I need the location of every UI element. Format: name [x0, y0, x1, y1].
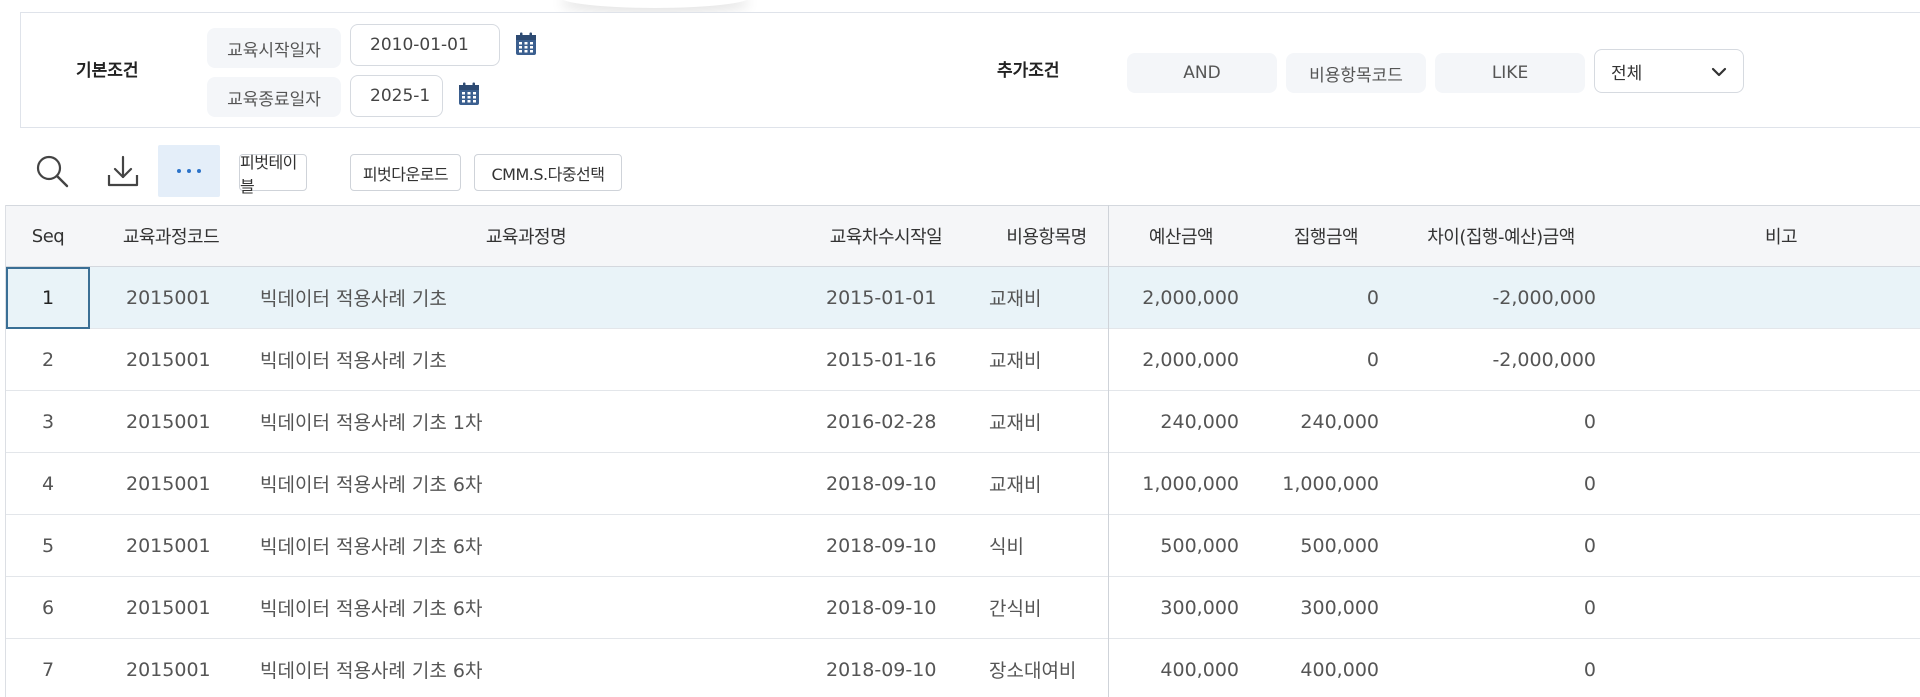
search-icon[interactable]: [30, 149, 74, 193]
pivot-table-button[interactable]: 피벗테이블: [239, 153, 307, 196]
col-diff[interactable]: 차이(집행-예산)금액: [1401, 206, 1601, 266]
col-name[interactable]: 교육과정명: [446, 206, 606, 266]
cell-date: 2018-09-10: [826, 534, 937, 557]
cell-item: 교재비: [989, 412, 1042, 434]
table-row[interactable]: 3 2015001 빅데이터 적용사례 기초 1차 2016-02-28 교재비…: [6, 391, 1920, 453]
cell-date: 2018-09-10: [826, 596, 937, 619]
chevron-down-icon: [1711, 67, 1727, 77]
cell-budget: 400,000: [1160, 658, 1239, 681]
cell-exec: 500,000: [1300, 534, 1379, 557]
col-note[interactable]: 비고: [1696, 206, 1866, 266]
cell-date: 2015-01-01: [826, 286, 937, 309]
cell-exec: 300,000: [1300, 596, 1379, 619]
focused-cell-border: [6, 267, 90, 329]
cell-item: 교재비: [989, 350, 1042, 372]
cell-date: 2016-02-28: [826, 410, 937, 433]
cell-seq: 4: [41, 472, 55, 495]
cell-code: 2015001: [126, 472, 211, 495]
col-budget[interactable]: 예산금액: [1126, 206, 1236, 266]
match-chip[interactable]: LIKE: [1435, 53, 1585, 93]
end-date-label: 교육종료일자: [207, 77, 341, 117]
search-panel: 기본조건 교육시작일자 2010-01-01 교육종료일자 2025-1 추가조…: [20, 12, 1920, 128]
basic-condition-title: 기본조건: [76, 61, 139, 81]
cell-diff: -2,000,000: [1492, 348, 1596, 371]
start-calendar-icon[interactable]: [515, 32, 537, 56]
cell-item: 식비: [989, 536, 1024, 558]
cell-diff: 0: [1583, 596, 1596, 619]
cell-exec: 1,000,000: [1282, 472, 1379, 495]
col-exec[interactable]: 집행금액: [1271, 206, 1381, 266]
cell-code: 2015001: [126, 596, 211, 619]
data-grid: Seq 교육과정코드 교육과정명 교육차수시작일 비용항목명 예산금액 집행금액…: [5, 205, 1920, 697]
cell-item: 교재비: [989, 474, 1042, 496]
cell-name: 빅데이터 적용사례 기초 6차: [260, 474, 483, 496]
grid-header: Seq 교육과정코드 교육과정명 교육차수시작일 비용항목명 예산금액 집행금액…: [6, 205, 1920, 267]
table-row[interactable]: 1 2015001 빅데이터 적용사례 기초 2015-01-01 교재비 2,…: [6, 267, 1920, 329]
table-row[interactable]: 7 2015001 빅데이터 적용사례 기초 6차 2018-09-10 장소대…: [6, 639, 1920, 697]
download-icon[interactable]: [101, 149, 145, 193]
cell-diff: 0: [1583, 410, 1596, 433]
cell-name: 빅데이터 적용사례 기초: [260, 288, 447, 310]
table-row[interactable]: 2 2015001 빅데이터 적용사례 기초 2015-01-16 교재비 2,…: [6, 329, 1920, 391]
field-chip[interactable]: 비용항목코드: [1286, 53, 1426, 93]
start-date-input[interactable]: 2010-01-01: [350, 24, 500, 66]
condition-select-value: 전체: [1611, 63, 1643, 84]
cell-seq: 5: [41, 534, 55, 557]
cell-budget: 2,000,000: [1142, 348, 1239, 371]
cell-exec: 240,000: [1300, 410, 1379, 433]
cell-budget: 1,000,000: [1142, 472, 1239, 495]
col-code[interactable]: 교육과정코드: [106, 206, 236, 266]
operator-chip[interactable]: AND: [1127, 53, 1277, 93]
cell-code: 2015001: [126, 534, 211, 557]
col-start-date[interactable]: 교육차수시작일: [816, 206, 956, 266]
cell-code: 2015001: [126, 410, 211, 433]
cell-seq: 2: [41, 348, 55, 371]
cell-budget: 500,000: [1160, 534, 1239, 557]
end-calendar-icon[interactable]: [458, 82, 480, 106]
cell-seq: 3: [41, 410, 55, 433]
cell-seq: 7: [41, 658, 55, 681]
end-date-input[interactable]: 2025-1: [350, 75, 443, 117]
cell-code: 2015001: [126, 658, 211, 681]
cell-budget: 2,000,000: [1142, 286, 1239, 309]
cell-exec: 0: [1366, 286, 1379, 309]
condition-select[interactable]: 전체: [1594, 49, 1744, 93]
cell-budget: 240,000: [1160, 410, 1239, 433]
cell-name: 빅데이터 적용사례 기초 1차: [260, 412, 483, 434]
extra-condition-title: 추가조건: [997, 61, 1060, 81]
multi-select-button[interactable]: CMM.S.다중선택: [474, 154, 622, 191]
cell-diff: 0: [1583, 534, 1596, 557]
cell-diff: 0: [1583, 658, 1596, 681]
table-row[interactable]: 6 2015001 빅데이터 적용사례 기초 6차 2018-09-10 간식비…: [6, 577, 1920, 639]
cell-name: 빅데이터 적용사례 기초 6차: [260, 536, 483, 558]
cell-exec: 0: [1366, 348, 1379, 371]
cell-code: 2015001: [126, 348, 211, 371]
top-shadow: [560, 0, 750, 8]
pivot-download-button[interactable]: 피벗다운로드: [350, 154, 461, 191]
cell-date: 2015-01-16: [826, 348, 937, 371]
cell-item: 장소대여비: [989, 660, 1077, 682]
col-item[interactable]: 비용항목명: [989, 206, 1104, 266]
col-seq[interactable]: Seq: [6, 206, 90, 266]
cell-diff: 0: [1583, 472, 1596, 495]
cell-item: 교재비: [989, 288, 1042, 310]
table-row[interactable]: 5 2015001 빅데이터 적용사례 기초 6차 2018-09-10 식비 …: [6, 515, 1920, 577]
cell-item: 간식비: [989, 598, 1042, 620]
cell-diff: -2,000,000: [1492, 286, 1596, 309]
cell-date: 2018-09-10: [826, 472, 937, 495]
cell-code: 2015001: [126, 286, 211, 309]
cell-name: 빅데이터 적용사례 기초 6차: [260, 660, 483, 682]
cell-budget: 300,000: [1160, 596, 1239, 619]
cell-date: 2018-09-10: [826, 658, 937, 681]
cell-name: 빅데이터 적용사례 기초: [260, 350, 447, 372]
more-options-button[interactable]: [158, 145, 220, 197]
frozen-column-divider: [1108, 205, 1109, 697]
cell-exec: 400,000: [1300, 658, 1379, 681]
start-date-label: 교육시작일자: [207, 28, 341, 68]
table-row[interactable]: 4 2015001 빅데이터 적용사례 기초 6차 2018-09-10 교재비…: [6, 453, 1920, 515]
cell-seq: 6: [41, 596, 55, 619]
cell-name: 빅데이터 적용사례 기초 6차: [260, 598, 483, 620]
